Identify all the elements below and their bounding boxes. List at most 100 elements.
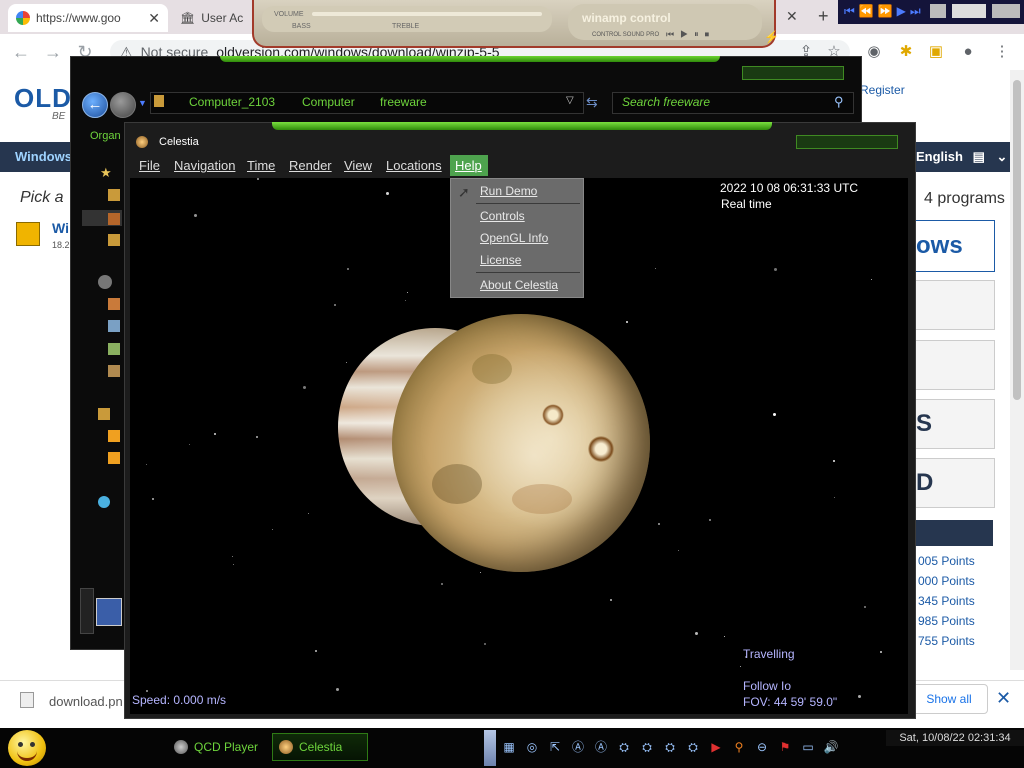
chevron-down-icon[interactable]: ▽ [566, 95, 574, 106]
menu-navigation[interactable]: Navigation [174, 158, 235, 173]
flag-extension-icon[interactable]: ◉ [864, 42, 884, 62]
language-selector[interactable]: English ▤ ⌄ [916, 149, 1007, 165]
ac-icon[interactable]: Ⓐ [592, 738, 610, 756]
menu-separator [476, 272, 580, 273]
shortcut-icon[interactable]: ⇱ [546, 738, 564, 756]
window-icon[interactable] [992, 4, 1020, 18]
network-icon[interactable] [98, 496, 110, 508]
download-filename[interactable]: download.pn [49, 694, 123, 709]
browser-tab-user[interactable]: 🏛 User Ac [172, 4, 252, 32]
close-icon[interactable]: ✕ [148, 10, 160, 27]
homegroup-icon[interactable] [98, 408, 110, 420]
start-button-smiley[interactable] [8, 730, 46, 766]
avatar[interactable]: ● [958, 42, 978, 62]
menu-dots-icon[interactable]: ⋮ [992, 42, 1012, 62]
search-icon[interactable]: ⚲ [730, 738, 748, 756]
folder-icon[interactable] [108, 298, 120, 310]
back-arrow-icon[interactable]: ← [82, 92, 108, 118]
taskbar-button-celestia[interactable]: Celestia [272, 733, 368, 761]
nav-windows-link[interactable]: Windows [15, 149, 72, 164]
folder-icon[interactable] [108, 430, 120, 442]
volume-icon[interactable]: 🔊 [822, 738, 840, 756]
search-icon[interactable]: ⚲ [834, 94, 844, 110]
close-icon[interactable]: ✕ [786, 8, 798, 25]
star-icon[interactable]: ★ [100, 165, 112, 181]
menu-item-opengl-info[interactable]: OpenGL Info [480, 231, 548, 245]
folder-icon[interactable] [108, 452, 120, 464]
menu-view[interactable]: View [344, 158, 372, 173]
explorer-window-controls[interactable] [742, 66, 844, 80]
sidebar-icon[interactable]: ▣ [926, 42, 946, 62]
menu-item-about[interactable]: About Celestia [480, 278, 558, 292]
tray-handle[interactable] [484, 730, 496, 766]
media-buttons-icon[interactable]: ⏮⏪⏩▶⏭ [844, 4, 925, 19]
folder-icon[interactable] [108, 213, 120, 225]
side-box[interactable] [915, 280, 995, 330]
lightning-icon[interactable]: ⚡ [764, 30, 779, 44]
menu-item-controls[interactable]: Controls [480, 209, 525, 223]
winamp-transport-buttons[interactable]: ⏮▶⏸⏹ [666, 29, 715, 40]
minus-icon[interactable]: ⊖ [753, 738, 771, 756]
breadcrumb-item[interactable]: freeware [380, 95, 427, 109]
side-box[interactable]: S [915, 399, 995, 449]
side-box[interactable]: D [915, 458, 995, 508]
new-tab-icon[interactable]: + [818, 6, 829, 27]
window-icon[interactable] [952, 4, 986, 18]
show-all-button[interactable]: Show all [910, 684, 988, 714]
star [272, 529, 273, 530]
folder-icon[interactable] [108, 320, 120, 332]
window-icon[interactable] [930, 4, 946, 18]
breadcrumb-item[interactable]: Computer_2103 [189, 95, 275, 109]
organize-button[interactable]: Organ [90, 130, 121, 142]
menu-time[interactable]: Time [247, 158, 275, 173]
network-icon[interactable]: ⛭ [638, 738, 656, 756]
monitor-icon[interactable]: ▭ [799, 738, 817, 756]
network-icon[interactable]: ⛭ [661, 738, 679, 756]
folder-icon[interactable] [108, 189, 120, 201]
browser-tab-google[interactable]: https://www.goo ✕ [8, 4, 168, 32]
io-moon[interactable] [392, 314, 650, 572]
menu-item-run-demo[interactable]: Run Demo [480, 184, 537, 198]
network-icon[interactable]: ⛭ [615, 738, 633, 756]
tab-label: User Ac [201, 11, 244, 25]
computer-icon[interactable] [96, 598, 122, 626]
puzzle-icon[interactable]: ✱ [896, 42, 916, 62]
back-arrow-icon[interactable]: ← [8, 40, 34, 64]
play-icon[interactable]: ▶ [707, 738, 725, 756]
register-link[interactable]: Register [860, 83, 905, 97]
side-box[interactable] [915, 340, 995, 390]
scrollbar-thumb[interactable] [1013, 80, 1021, 400]
taskbar-button-qcd[interactable]: QCD Player [168, 733, 268, 761]
menu-render[interactable]: Render [289, 158, 332, 173]
folder-icon[interactable] [108, 343, 120, 355]
network-icon[interactable]: ⛭ [684, 738, 702, 756]
celestia-window-controls[interactable] [796, 135, 898, 149]
ac-icon[interactable]: Ⓐ [569, 738, 587, 756]
volume-slider[interactable] [312, 12, 542, 16]
windows-box[interactable]: ows [915, 220, 995, 272]
system-clock[interactable]: Sat, 10/08/22 02:31:34 [886, 730, 1024, 746]
forward-arrow-icon[interactable]: → [40, 40, 66, 64]
google-icon [16, 11, 30, 25]
language-label: English [916, 149, 963, 164]
forward-arrow-icon[interactable] [110, 92, 136, 118]
star [256, 436, 258, 438]
menu-locations[interactable]: Locations [386, 158, 442, 173]
menu-item-license[interactable]: License [480, 253, 521, 267]
folder-icon[interactable] [108, 365, 120, 377]
menu-help[interactable]: Help [455, 158, 482, 173]
folder-icon[interactable] [108, 234, 120, 246]
chevron-down-icon[interactable]: ▼ [138, 98, 147, 108]
menu-file[interactable]: File [139, 158, 160, 173]
window-icon[interactable]: ▦ [500, 738, 518, 756]
explorer-scroll-handle[interactable] [80, 588, 94, 634]
refresh-icon[interactable]: ⇆ [586, 94, 598, 111]
flag-icon[interactable]: ⚑ [776, 738, 794, 756]
library-icon[interactable] [98, 275, 112, 289]
breadcrumb-item[interactable]: Computer [302, 95, 355, 109]
winamp-sliders[interactable]: VOLUME BASS TREBLE [262, 6, 552, 32]
site-logo[interactable]: OLD [14, 83, 72, 114]
disc-icon[interactable]: ◎ [523, 738, 541, 756]
program-title[interactable]: Wi [52, 220, 69, 236]
close-icon[interactable]: ✕ [996, 688, 1011, 709]
